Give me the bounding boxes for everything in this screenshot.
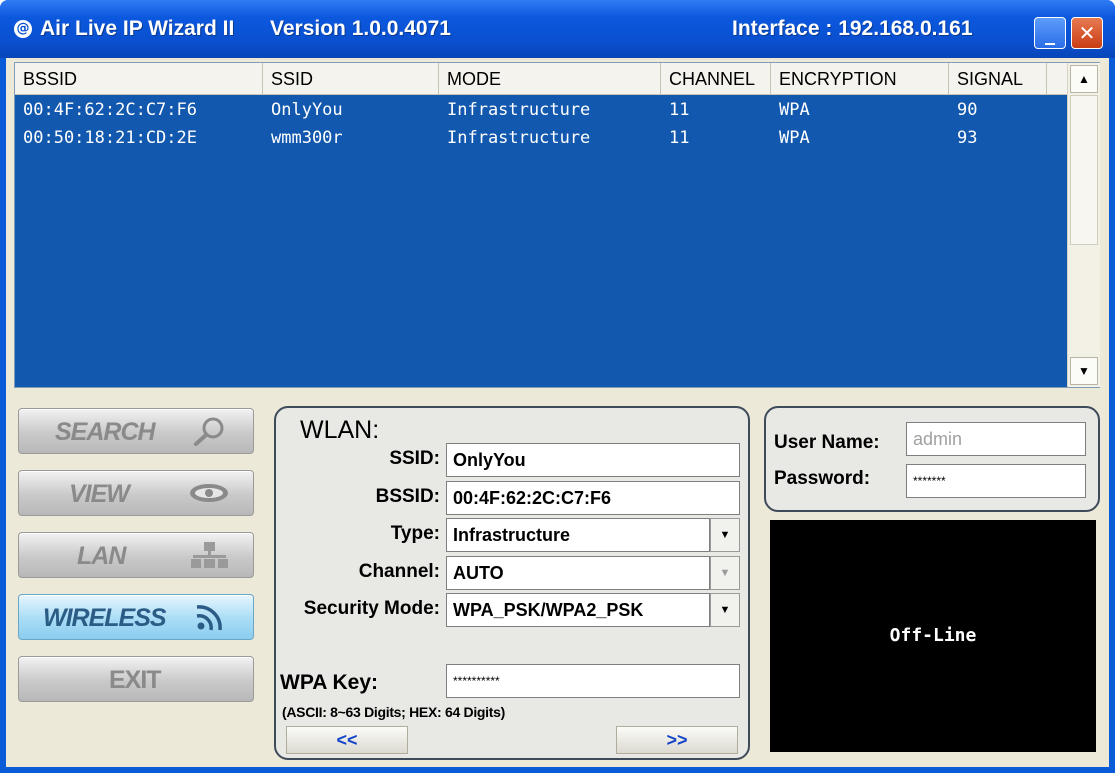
column-signal[interactable]: SIGNAL (949, 63, 1047, 95)
wpa-key-label: WPA Key: (280, 671, 379, 694)
list-header: BSSID SSID MODE CHANNEL ENCRYPTION SIGNA… (15, 63, 1067, 95)
ssid-label: SSID: (389, 448, 440, 469)
cell-ssid: wmm300r (271, 128, 343, 148)
list-row[interactable]: 00:50:18:21:CD:2E wmm300r Infrastructure… (15, 124, 1067, 152)
search-button-label: SEARCH (55, 418, 156, 446)
security-mode-select[interactable]: WPA_PSK/WPA2_PSK (446, 593, 710, 627)
close-button[interactable]: ✕ (1071, 17, 1103, 49)
password-field[interactable]: ******* (906, 464, 1086, 498)
column-bssid[interactable]: BSSID (15, 63, 263, 95)
list-row[interactable]: 00:4F:62:2C:C7:F6 OnlyYou Infrastructure… (15, 96, 1067, 124)
cell-signal: 93 (957, 128, 978, 148)
prev-button[interactable]: << (286, 726, 408, 754)
exit-button[interactable]: EXIT (18, 656, 254, 702)
wpa-key-field[interactable]: ********** (446, 664, 740, 698)
username-label: User Name: (774, 432, 880, 453)
client-area: BSSID SSID MODE CHANNEL ENCRYPTION SIGNA… (6, 58, 1109, 767)
scroll-up-button[interactable]: ▲ (1070, 65, 1098, 93)
wireless-button[interactable]: WIRELESS (18, 594, 254, 640)
wlan-panel: WLAN: SSID: OnlyYou BSSID: 00:4F:62:2C:C… (274, 406, 750, 760)
column-encryption[interactable]: ENCRYPTION (771, 63, 949, 95)
type-select[interactable]: Infrastructure (446, 518, 710, 552)
app-icon: @ (14, 20, 32, 38)
wpa-key-hint: (ASCII: 8~63 Digits; HEX: 64 Digits) (282, 704, 505, 720)
channel-label: Channel: (358, 561, 440, 582)
wlan-title: WLAN: (300, 416, 380, 444)
column-mode[interactable]: MODE (439, 63, 661, 95)
bssid-field[interactable]: 00:4F:62:2C:C7:F6 (446, 481, 740, 515)
eye-icon (190, 484, 228, 502)
wireless-button-label: WIRELESS (43, 604, 167, 632)
cell-ssid: OnlyYou (271, 100, 343, 120)
next-button[interactable]: >> (616, 726, 738, 754)
title-bar[interactable]: @ Air Live IP Wizard II Version 1.0.0.40… (0, 0, 1115, 58)
column-ssid[interactable]: SSID (263, 63, 439, 95)
type-dropdown-icon[interactable]: ▼ (710, 518, 740, 552)
exit-button-label: EXIT (109, 666, 162, 694)
view-button-label: VIEW (69, 480, 130, 508)
cell-channel: 11 (669, 128, 690, 148)
cell-encryption: WPA (779, 100, 810, 120)
wifi-signal-icon (196, 605, 222, 631)
cell-encryption: WPA (779, 128, 810, 148)
bssid-label: BSSID: (375, 486, 440, 507)
list-body: 00:4F:62:2C:C7:F6 OnlyYou Infrastructure… (15, 96, 1067, 152)
lan-button-label: LAN (77, 542, 126, 570)
cell-bssid: 00:4F:62:2C:C7:F6 (23, 100, 197, 120)
cell-bssid: 00:50:18:21:CD:2E (23, 128, 197, 148)
magnifier-icon (194, 417, 224, 446)
vertical-scrollbar[interactable]: ▲ ▼ (1067, 63, 1100, 387)
network-icon (191, 542, 228, 568)
cell-channel: 11 (669, 100, 690, 120)
lan-button[interactable]: LAN (18, 532, 254, 578)
app-version: Version 1.0.0.4071 (270, 17, 451, 40)
app-window: @ Air Live IP Wizard II Version 1.0.0.40… (0, 0, 1115, 773)
security-dropdown-icon[interactable]: ▼ (710, 593, 740, 627)
scroll-down-button[interactable]: ▼ (1070, 357, 1098, 385)
view-button[interactable]: VIEW (18, 470, 254, 516)
channel-dropdown-icon[interactable]: ▼ (710, 556, 740, 590)
cell-mode: Infrastructure (447, 100, 591, 120)
type-label: Type: (390, 523, 440, 544)
minimize-button[interactable]: _ (1034, 17, 1066, 49)
cell-mode: Infrastructure (447, 128, 591, 148)
scroll-thumb[interactable] (1070, 95, 1098, 245)
channel-select[interactable]: AUTO (446, 556, 710, 590)
column-channel[interactable]: CHANNEL (661, 63, 771, 95)
login-panel: User Name: admin Password: ******* (764, 406, 1100, 512)
password-label: Password: (774, 468, 871, 489)
status-display: Off-Line (770, 520, 1096, 752)
network-list[interactable]: BSSID SSID MODE CHANNEL ENCRYPTION SIGNA… (14, 62, 1100, 388)
search-button[interactable]: SEARCH (18, 408, 254, 454)
app-title: Air Live IP Wizard II (40, 17, 235, 40)
ssid-field[interactable]: OnlyYou (446, 443, 740, 477)
username-field[interactable]: admin (906, 422, 1086, 456)
cell-signal: 90 (957, 100, 978, 120)
security-mode-label: Security Mode: (303, 598, 440, 619)
interface-label: Interface : 192.168.0.161 (732, 17, 973, 40)
